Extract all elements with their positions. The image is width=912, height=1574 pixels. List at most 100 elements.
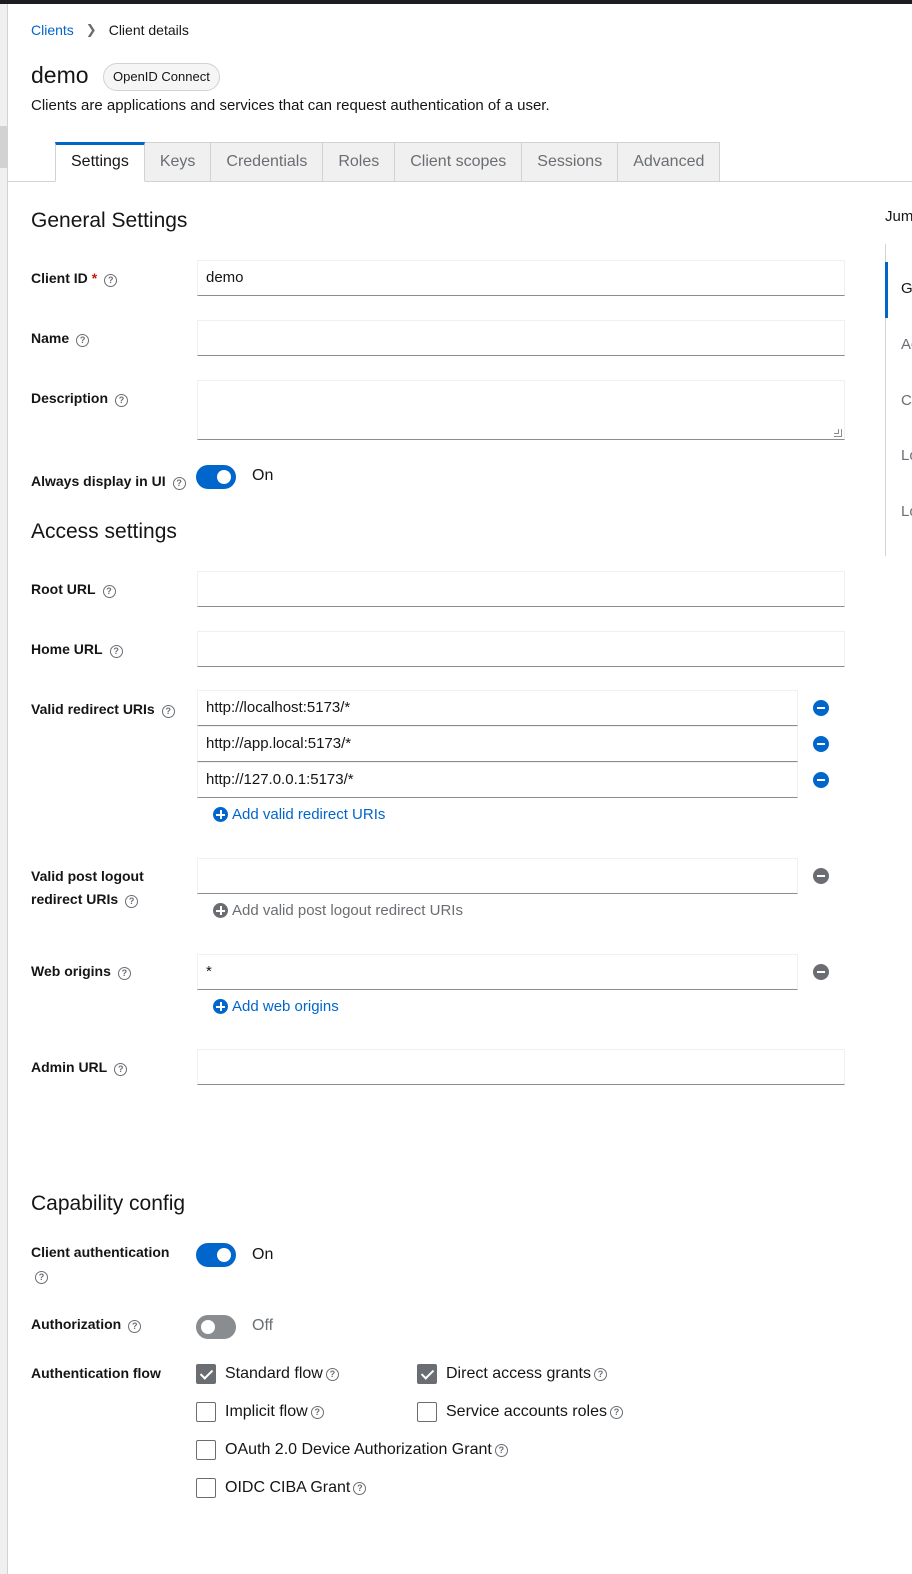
post-logout-uri-input[interactable]: [197, 858, 798, 894]
description-textarea[interactable]: [197, 380, 845, 440]
client-authentication-toggle[interactable]: [196, 1243, 236, 1267]
client-id-input[interactable]: demo: [197, 260, 845, 296]
root-url-label-text: Root URL: [31, 581, 96, 597]
help-circle-icon[interactable]: ?: [125, 895, 139, 908]
description-label: Description?: [31, 387, 129, 410]
oidc-ciba-grant-checkbox[interactable]: [196, 1478, 216, 1498]
help-circle-icon[interactable]: ?: [117, 967, 131, 980]
help-circle-icon[interactable]: ?: [76, 334, 90, 347]
authentication-flow-label: Authentication flow: [31, 1365, 161, 1381]
minus-circle-icon[interactable]: [813, 868, 829, 884]
toggle-knob: [201, 1320, 215, 1334]
jump-item-capability-config[interactable]: Capability config: [901, 392, 912, 409]
jump-item-access-settings[interactable]: Access settings: [901, 336, 912, 353]
direct-access-grants-option[interactable]: Direct access grants?: [417, 1364, 607, 1384]
tab-sessions[interactable]: Sessions: [522, 142, 619, 182]
implicit-flow-checkbox[interactable]: [196, 1402, 216, 1422]
authorization-toggle[interactable]: [196, 1315, 236, 1339]
standard-flow-checkbox[interactable]: [196, 1364, 216, 1384]
add-post-logout-uri-label: Add valid post logout redirect URIs: [232, 902, 463, 919]
redirect-uri-input[interactable]: http://127.0.0.1:5173/*: [197, 762, 798, 798]
device-authorization-grant-label: OAuth 2.0 Device Authorization Grant: [225, 1441, 492, 1458]
post-logout-uris-label: Valid post logout redirect URIs?: [31, 865, 144, 911]
tab-credentials[interactable]: Credentials: [211, 142, 324, 182]
help-circle-icon[interactable]: ?: [310, 1405, 324, 1419]
help-circle-icon[interactable]: ?: [35, 1271, 48, 1284]
help-circle-icon[interactable]: ?: [104, 274, 118, 287]
add-post-logout-uri-button[interactable]: Add valid post logout redirect URIs: [213, 902, 463, 919]
oidc-ciba-grant-option[interactable]: OIDC CIBA Grant?: [196, 1478, 367, 1498]
always-display-toggle[interactable]: [196, 465, 236, 489]
name-input[interactable]: [197, 320, 845, 356]
redirect-uri-input[interactable]: http://localhost:5173/*: [197, 690, 798, 726]
minus-circle-icon[interactable]: [813, 736, 829, 752]
service-accounts-roles-label: Service accounts roles: [446, 1403, 607, 1420]
help-circle-icon[interactable]: ?: [102, 585, 116, 598]
client-authentication-label-text: Client authentication: [31, 1244, 170, 1260]
redirect-uri-input[interactable]: http://app.local:5173/*: [197, 726, 798, 762]
minus-circle-icon[interactable]: [813, 700, 829, 716]
help-circle-icon[interactable]: ?: [494, 1443, 508, 1457]
oidc-ciba-grant-label: OIDC CIBA Grant: [225, 1479, 351, 1496]
help-circle-icon[interactable]: ?: [325, 1367, 339, 1381]
help-circle-icon[interactable]: ?: [172, 477, 186, 490]
client-id-label: Client ID *?: [31, 267, 118, 290]
general-settings-heading: General Settings: [31, 209, 188, 232]
help-circle-icon[interactable]: ?: [609, 1405, 623, 1419]
resize-handle-icon[interactable]: [834, 429, 842, 437]
help-circle-icon[interactable]: ?: [115, 394, 129, 407]
toggle-knob: [217, 470, 231, 484]
authorization-label: Authorization?: [31, 1313, 142, 1336]
implicit-flow-option[interactable]: Implicit flow?: [196, 1402, 324, 1422]
service-accounts-roles-option[interactable]: Service accounts roles?: [417, 1402, 623, 1422]
tab-settings[interactable]: Settings: [55, 142, 145, 182]
capability-config-heading: Capability config: [31, 1192, 186, 1215]
minus-circle-icon[interactable]: [813, 964, 829, 980]
chevron-right-icon: ❯: [85, 22, 97, 37]
standard-flow-option[interactable]: Standard flow?: [196, 1364, 339, 1384]
standard-flow-label: Standard flow: [225, 1365, 323, 1382]
help-circle-icon[interactable]: ?: [114, 1063, 128, 1076]
always-display-label-text: Always display in UI: [31, 473, 166, 489]
valid-redirect-uris-label-text: Valid redirect URIs: [31, 701, 155, 717]
client-authentication-label: Client authentication ?: [31, 1241, 169, 1287]
breadcrumb-clients-link[interactable]: Clients: [31, 22, 74, 38]
help-circle-icon[interactable]: ?: [353, 1481, 367, 1495]
service-accounts-roles-checkbox[interactable]: [417, 1402, 437, 1422]
tab-advanced[interactable]: Advanced: [618, 142, 721, 182]
home-url-label: Home URL?: [31, 638, 123, 661]
device-authorization-grant-option[interactable]: OAuth 2.0 Device Authorization Grant?: [196, 1440, 508, 1460]
web-origin-input[interactable]: *: [197, 954, 798, 990]
tab-roles[interactable]: Roles: [323, 142, 396, 182]
add-web-origin-button[interactable]: Add web origins: [213, 998, 339, 1015]
help-circle-icon[interactable]: ?: [128, 1320, 142, 1333]
description-label-text: Description: [31, 390, 109, 406]
name-label-text: Name: [31, 330, 70, 346]
help-circle-icon[interactable]: ?: [109, 645, 123, 658]
root-url-input[interactable]: [197, 571, 845, 607]
breadcrumb: Clients ❯ Client details: [31, 22, 189, 38]
root-url-label: Root URL?: [31, 578, 116, 601]
minus-circle-icon[interactable]: [813, 772, 829, 788]
jump-item-general-settings[interactable]: General Settings: [901, 280, 912, 297]
jump-item-logout-settings[interactable]: Logout settings: [901, 503, 912, 520]
help-circle-icon[interactable]: ?: [593, 1367, 607, 1381]
add-redirect-uri-button[interactable]: Add valid redirect URIs: [213, 806, 385, 823]
help-circle-icon[interactable]: ?: [161, 705, 175, 718]
plus-circle-icon: [213, 903, 228, 918]
post-logout-label-line1: Valid post logout: [31, 868, 144, 884]
direct-access-grants-checkbox[interactable]: [417, 1364, 437, 1384]
jump-item-login-settings[interactable]: Login settings: [901, 447, 912, 464]
breadcrumb-current: Client details: [108, 22, 189, 38]
tab-keys[interactable]: Keys: [144, 142, 212, 182]
jump-to-active-indicator: [885, 262, 888, 318]
implicit-flow-label: Implicit flow: [225, 1403, 308, 1420]
admin-url-input[interactable]: [197, 1049, 845, 1085]
valid-redirect-uris-label: Valid redirect URIs?: [31, 698, 175, 721]
sidebar-edge: [0, 4, 8, 1574]
device-authorization-grant-checkbox[interactable]: [196, 1440, 216, 1460]
home-url-input[interactable]: [197, 631, 845, 667]
client-id-label-text: Client ID: [31, 270, 88, 286]
page-subtitle: Clients are applications and services th…: [31, 97, 550, 114]
tab-client-scopes[interactable]: Client scopes: [395, 142, 523, 182]
